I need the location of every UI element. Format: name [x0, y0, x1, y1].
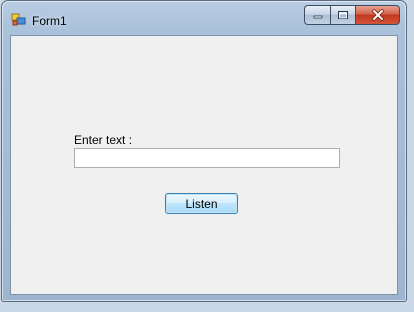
caption-buttons	[304, 5, 400, 25]
form1-window: Form1 Enter text: Listen	[1, 0, 407, 302]
title-bar[interactable]: Form1	[2, 1, 406, 33]
window-title: Form1	[32, 14, 67, 28]
form-client-area: Enter text : Listen	[10, 35, 398, 295]
winforms-app-icon	[11, 13, 26, 26]
text-input[interactable]	[74, 148, 340, 168]
minimize-icon	[313, 15, 322, 19]
enter-text-label: Enter text :	[74, 133, 133, 147]
minimize-button[interactable]	[304, 5, 330, 25]
listen-button[interactable]: Listen	[165, 193, 238, 214]
close-button[interactable]	[356, 5, 400, 25]
close-icon	[371, 9, 384, 21]
maximize-icon	[338, 11, 348, 19]
maximize-button[interactable]	[330, 5, 356, 25]
